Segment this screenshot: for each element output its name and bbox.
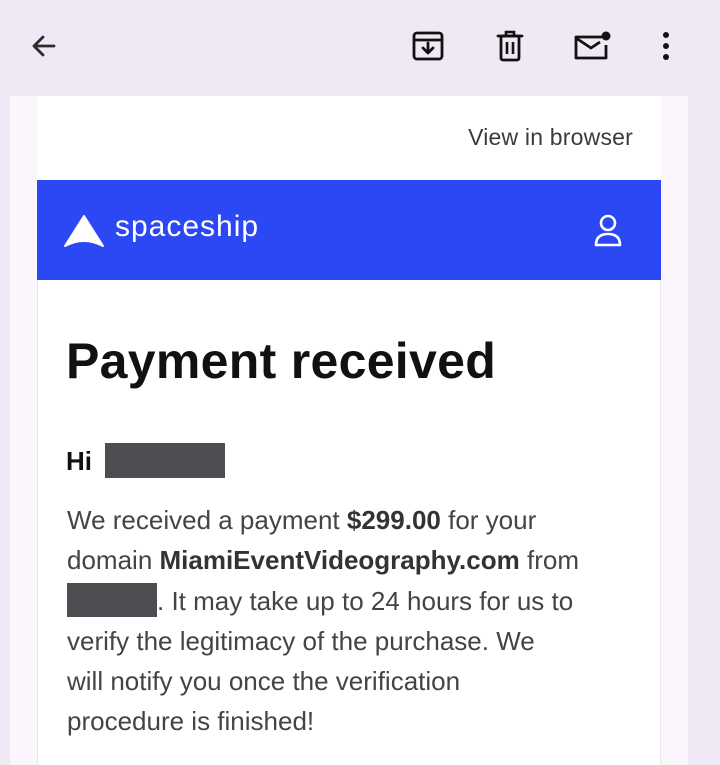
- message-text: domain: [67, 545, 160, 576]
- brand-header: spaceship: [37, 180, 661, 280]
- mail-unread-icon: [574, 31, 611, 60]
- mark-unread-button[interactable]: [568, 22, 616, 70]
- spaceship-logo-icon: [64, 215, 104, 247]
- greeting: Hi: [66, 446, 92, 476]
- delete-button[interactable]: [486, 22, 534, 70]
- message-text: . It may take up to 24 hours for us to: [157, 585, 574, 616]
- message-text: will notify you once the verification: [67, 666, 461, 697]
- archive-icon: [412, 31, 444, 61]
- redacted-recipient-name: [105, 443, 225, 478]
- email-body: Payment received Hi We received a paymen…: [37, 280, 661, 765]
- payment-amount: $299.00: [346, 505, 441, 535]
- message-text: for your: [440, 505, 537, 535]
- payment-message: We received a payment $299.00 for your do…: [67, 500, 647, 742]
- message-text: from: [519, 545, 579, 576]
- trash-icon: [496, 30, 524, 62]
- more-vertical-icon: [663, 32, 669, 60]
- message-text: verify the legitimacy of the purchase. W…: [67, 625, 535, 656]
- app-bar: [0, 0, 720, 92]
- back-button[interactable]: [20, 22, 68, 70]
- redacted-payer-name: [67, 582, 157, 617]
- brand-name: spaceship: [115, 210, 260, 243]
- more-options-button[interactable]: [642, 22, 690, 70]
- message-text: procedure is finished!: [67, 706, 315, 737]
- arrow-back-icon: [32, 35, 56, 57]
- view-in-browser-link[interactable]: View in browser: [468, 124, 633, 151]
- message-text: We received a payment: [67, 505, 347, 535]
- user-icon: [594, 214, 622, 247]
- email-content: View in browser spaceship Payment receiv…: [37, 96, 661, 765]
- archive-button[interactable]: [404, 22, 452, 70]
- headline: Payment received: [66, 333, 497, 389]
- domain-name: MiamiEventVideography.com: [159, 545, 520, 576]
- account-button[interactable]: [591, 212, 625, 248]
